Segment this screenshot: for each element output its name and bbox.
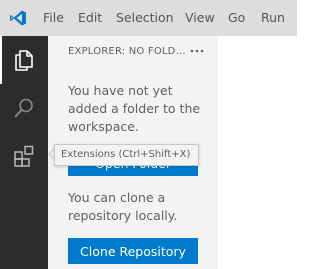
extensions-icon (14, 145, 34, 167)
activity-bar (0, 36, 48, 269)
activity-explorer-button[interactable] (0, 36, 48, 84)
activity-extensions-button[interactable] (0, 132, 48, 180)
menu-view[interactable]: View (185, 11, 215, 25)
menu-go[interactable]: Go (228, 11, 245, 25)
search-icon (14, 98, 33, 118)
extensions-tooltip: Extensions (Ctrl+Shift+X) (54, 144, 199, 166)
clone-message: You can clone a repository locally. (68, 190, 178, 223)
menu-run[interactable]: Run (261, 11, 285, 25)
ellipsis-icon[interactable] (189, 44, 205, 58)
files-icon (15, 50, 33, 71)
activity-search-button[interactable] (0, 84, 48, 132)
vscode-logo-icon (10, 10, 26, 26)
sidebar-title: EXPLORER: NO FOLD... (68, 46, 186, 57)
menu-file[interactable]: File (43, 11, 64, 25)
active-indicator (0, 36, 2, 84)
menu-selection[interactable]: Selection (116, 11, 174, 25)
title-bar: File Edit Selection View Go Run (0, 0, 297, 36)
clone-repository-button[interactable]: Clone Repository (68, 238, 198, 264)
no-folder-message: You have not yet added a folder to the w… (68, 83, 201, 134)
menu-edit[interactable]: Edit (78, 11, 102, 25)
